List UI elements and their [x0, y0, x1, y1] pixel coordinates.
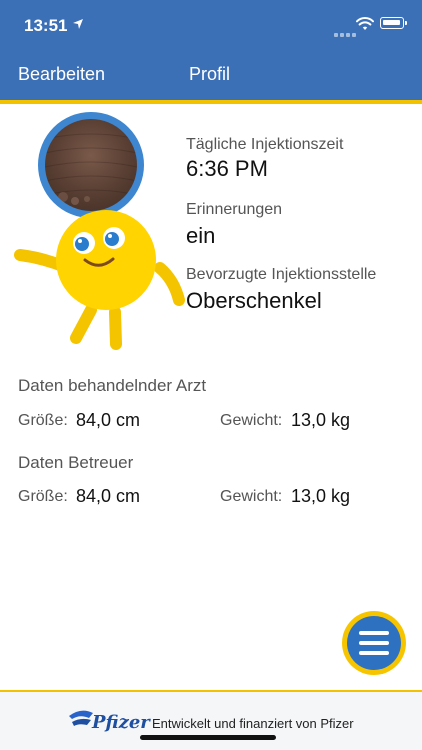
header-accent-stripe — [0, 100, 422, 104]
caregiver-height-value: 84,0 cm — [76, 486, 141, 506]
caregiver-height-label: Größe: — [18, 488, 68, 505]
preferred-site-value: Oberschenkel — [186, 288, 322, 313]
brand-name: Pfizer — [92, 712, 150, 733]
doctor-height-label: Größe: — [18, 412, 68, 429]
preferred-site-label: Bevorzugte Injektionsstelle — [186, 266, 377, 283]
status-bar: 13:51 — [0, 0, 422, 46]
doctor-weight-label: Gewicht: — [220, 412, 283, 429]
footer-accent-line — [0, 690, 422, 692]
caregiver-section-title: Daten Betreuer — [18, 453, 134, 472]
cellular-signal-icon — [334, 24, 358, 42]
edit-button[interactable]: Bearbeiten — [18, 64, 105, 85]
doctor-section-title: Daten behandelnder Arzt — [18, 376, 207, 395]
caregiver-weight-label: Gewicht: — [220, 488, 283, 505]
doctor-height-value: 84,0 cm — [76, 410, 141, 430]
daily-injection-time-label: Tägliche Injektionszeit — [186, 136, 344, 153]
daily-injection-time-value: 6:36 PM — [186, 156, 268, 181]
battery-icon — [380, 17, 407, 29]
footer: Pfizer Entwickelt und finanziert von Pfi… — [0, 690, 422, 750]
avatar[interactable] — [45, 119, 137, 211]
page-title: Profil — [189, 64, 231, 84]
status-time: 13:51 — [24, 16, 68, 35]
home-indicator[interactable] — [140, 735, 276, 740]
top-bar: 13:51 Bearbeiten Profil — [0, 0, 422, 100]
doctor-weight-value: 13,0 kg — [291, 410, 351, 430]
menu-icon — [347, 616, 401, 670]
caregiver-weight-value: 13,0 kg — [291, 486, 351, 506]
mascot-illustration — [14, 210, 185, 350]
footer-text: Entwickelt und finanziert von Pfizer — [152, 716, 354, 731]
location-arrow-icon — [72, 18, 84, 33]
menu-button[interactable] — [342, 611, 406, 675]
wifi-icon — [356, 17, 374, 36]
reminders-label: Erinnerungen — [186, 201, 283, 218]
reminders-value: ein — [186, 223, 216, 248]
